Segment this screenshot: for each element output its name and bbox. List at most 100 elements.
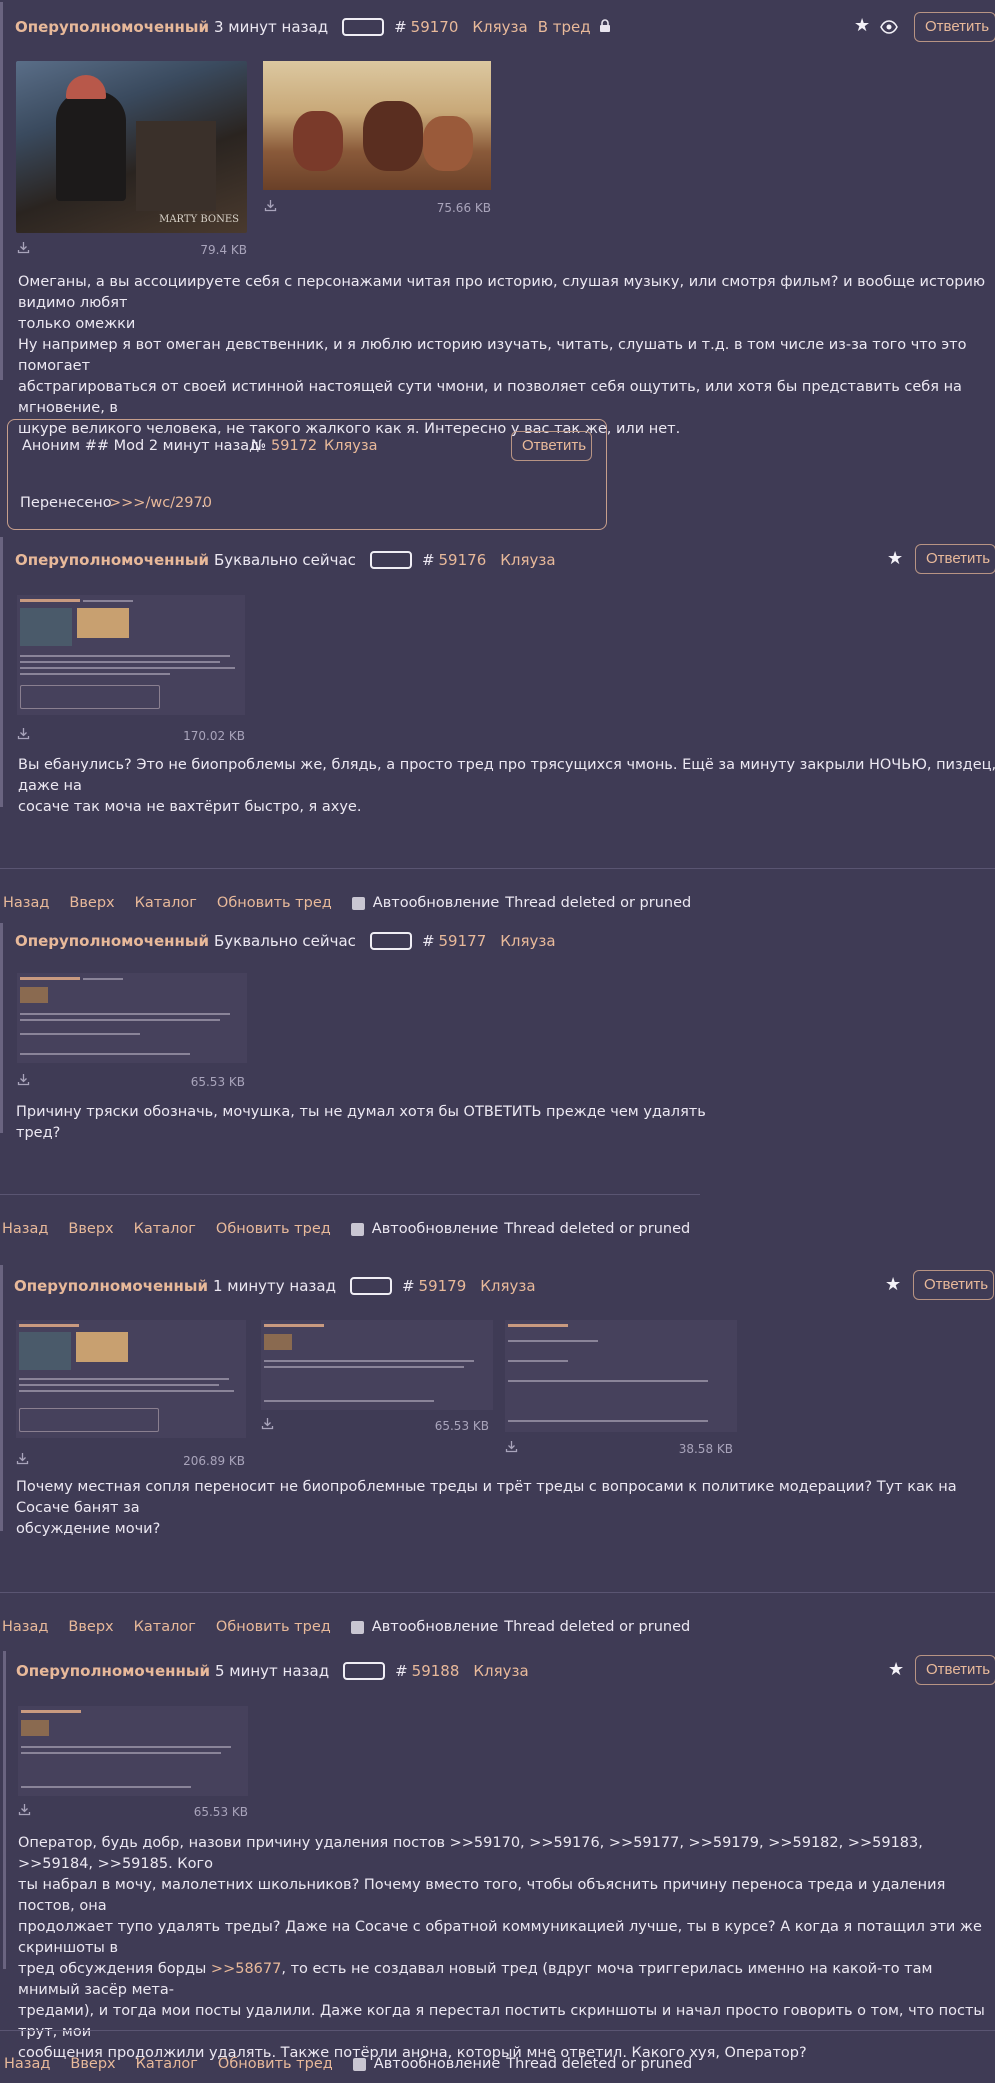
screenshot-thumbnail[interactable] <box>17 595 245 715</box>
nav-catalog[interactable]: Каталог <box>134 1221 196 1237</box>
reply-button[interactable]: Ответить <box>915 544 995 574</box>
nav-up[interactable]: Вверх <box>69 895 114 911</box>
text-line: тред обсуждения борды >>58677, то есть н… <box>18 1959 995 2001</box>
post-time: 3 минут назад <box>213 18 329 36</box>
text-fragment: тред обсуждения борды <box>18 1961 211 1977</box>
nav-up[interactable]: Вверх <box>68 1619 113 1635</box>
star-icon[interactable]: ★ <box>887 548 903 569</box>
post-text: Причину тряски обозначь, мочушка, ты не … <box>16 1102 706 1144</box>
autorefresh-checkbox[interactable] <box>351 896 365 910</box>
screenshot-thumbnail[interactable] <box>18 1706 248 1796</box>
screenshot-thumbnail[interactable] <box>261 1320 493 1410</box>
post-time: 5 минут назад <box>214 1662 330 1680</box>
text-line: Вы ебанулись? Это не биопроблемы же, бля… <box>18 757 995 794</box>
moved-suffix: . <box>201 495 206 511</box>
flag-badge <box>342 18 385 36</box>
thread-link[interactable]: В тред <box>538 18 591 36</box>
text-line: абстрагироваться от своей истинной насто… <box>18 379 962 416</box>
board-link[interactable]: Кляуза <box>500 551 555 569</box>
download-icon[interactable] <box>18 1803 31 1820</box>
nav-up[interactable]: Вверх <box>70 2056 115 2072</box>
hash-sign: # <box>421 932 435 950</box>
reply-button[interactable]: Ответить <box>913 1270 994 1300</box>
eye-icon[interactable] <box>880 19 898 38</box>
image-size: 79.4 KB <box>200 243 247 257</box>
reply-button[interactable]: Ответить <box>511 431 592 461</box>
board-link[interactable]: Кляуза <box>500 932 555 950</box>
post-59170: Оперуполномоченный 3 минут назад # 59170… <box>0 2 995 437</box>
nav-catalog[interactable]: Каталог <box>134 1619 196 1635</box>
hash-sign: # <box>395 1662 408 1680</box>
divider <box>0 1194 700 1195</box>
flag-badge <box>343 1662 386 1680</box>
thread-nav: Назад Вверх Каталог Обновить тред Автооб… <box>3 895 691 911</box>
board-link[interactable]: Кляуза <box>480 1277 535 1295</box>
nav-up[interactable]: Вверх <box>68 1221 113 1237</box>
poster-name: Оперуполномоченный <box>15 551 209 569</box>
nav-back[interactable]: Назад <box>2 1221 48 1237</box>
reply-button[interactable]: Ответить <box>915 1655 995 1685</box>
download-icon[interactable] <box>261 1417 274 1434</box>
nav-back[interactable]: Назад <box>2 1619 48 1635</box>
autorefresh-label: Автообновление <box>371 1221 499 1237</box>
autorefresh-checkbox[interactable] <box>350 1222 364 1236</box>
board-link[interactable]: Кляуза <box>324 438 377 454</box>
post-reply-link[interactable]: >>58677 <box>211 1961 281 1977</box>
mod-reply: Аноним ## Mod 2 минут назад № 59172 Кляу… <box>7 419 607 530</box>
post-header: Оперуполномоченный 3 минут назад # 59170… <box>15 18 611 36</box>
post-number[interactable]: 59177 <box>439 932 487 950</box>
autorefresh-checkbox[interactable] <box>350 1620 364 1634</box>
image-size: 206.89 KB <box>183 1454 245 1468</box>
download-icon[interactable] <box>17 1073 30 1090</box>
download-icon[interactable] <box>17 241 30 258</box>
thread-nav: Назад Вверх Каталог Обновить тред Автооб… <box>2 1619 690 1635</box>
nav-refresh[interactable]: Обновить тред <box>216 1221 331 1237</box>
star-icon[interactable]: ★ <box>888 1659 904 1680</box>
post-number[interactable]: 59179 <box>419 1277 467 1295</box>
hash-sign: # <box>394 18 407 36</box>
divider <box>0 2030 995 2031</box>
post-time: Буквально сейчас <box>213 932 356 950</box>
autorefresh-checkbox[interactable] <box>352 2057 366 2071</box>
board-link[interactable]: Кляуза <box>473 1662 528 1680</box>
nav-back[interactable]: Назад <box>3 895 49 911</box>
post-number[interactable]: 59172 <box>271 438 317 454</box>
nav-refresh[interactable]: Обновить тред <box>218 2056 333 2072</box>
text-line: Причину тряски обозначь, мочушка, ты не … <box>16 1104 706 1141</box>
screenshot-thumbnail[interactable] <box>17 973 247 1063</box>
download-icon[interactable] <box>17 727 30 744</box>
post-number[interactable]: 59188 <box>412 1662 460 1680</box>
post-59188: Оперуполномоченный 5 минут назад # 59188… <box>3 1651 995 2061</box>
download-icon[interactable] <box>16 1452 29 1469</box>
post-59176: Оперуполномоченный Буквально сейчас # 59… <box>0 537 995 815</box>
nav-refresh[interactable]: Обновить тред <box>217 895 332 911</box>
post-image-2[interactable] <box>263 61 491 190</box>
moved-link[interactable]: >>>/wc/2970 <box>109 495 212 511</box>
post-time: 1 минуту назад <box>212 1277 336 1295</box>
text-line: Омеганы, а вы ассоциируете себя с персон… <box>18 274 986 311</box>
board-link[interactable]: Кляуза <box>472 18 527 36</box>
download-icon[interactable] <box>505 1440 518 1457</box>
text-line: Оператор, будь добр, назови причину удал… <box>18 1835 923 1872</box>
star-icon[interactable]: ★ <box>885 1274 901 1295</box>
post-time: Буквально сейчас <box>213 551 356 569</box>
post-header: Оперуполномоченный Буквально сейчас # 59… <box>15 551 556 569</box>
screenshot-thumbnail[interactable] <box>16 1320 246 1438</box>
thread-status: Thread deleted or pruned <box>505 895 692 911</box>
post-number[interactable]: 59176 <box>439 551 487 569</box>
star-icon[interactable]: ★ <box>854 15 870 36</box>
image-size: 65.53 KB <box>190 1075 245 1089</box>
reply-button[interactable]: Ответить <box>914 12 995 42</box>
moved-text: Перенесено <box>20 495 112 511</box>
image-size: 65.53 KB <box>434 1419 489 1433</box>
nav-catalog[interactable]: Каталог <box>136 2056 198 2072</box>
image-caption: MARTY BONES <box>159 214 239 225</box>
download-icon[interactable] <box>264 199 277 216</box>
screenshot-thumbnail[interactable] <box>505 1320 737 1432</box>
nav-catalog[interactable]: Каталог <box>135 895 197 911</box>
nav-refresh[interactable]: Обновить тред <box>216 1619 331 1635</box>
post-image-1[interactable]: MARTY BONES <box>16 61 247 233</box>
nav-back[interactable]: Назад <box>4 2056 50 2072</box>
post-number[interactable]: 59170 <box>411 18 459 36</box>
hash-sign: # <box>401 1277 415 1295</box>
